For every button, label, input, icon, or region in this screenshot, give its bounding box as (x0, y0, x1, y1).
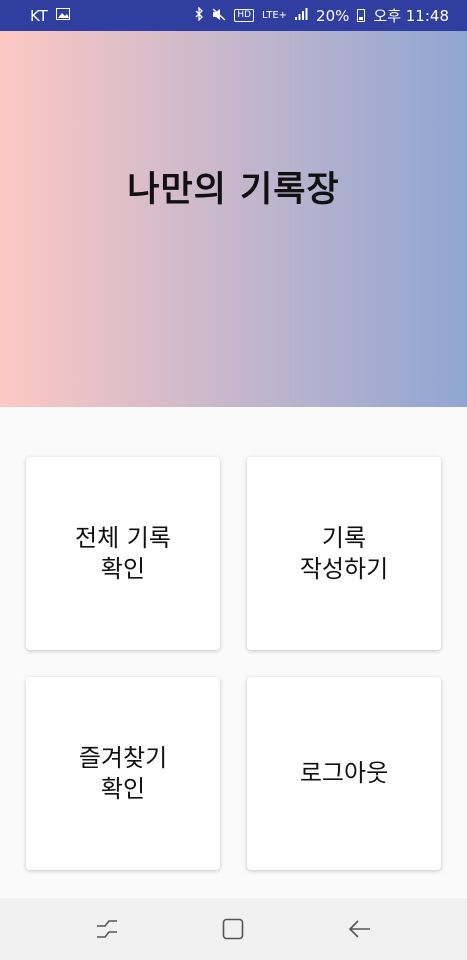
image-notification-icon (55, 8, 70, 23)
status-bar-left: KT (30, 7, 70, 25)
home-icon (223, 918, 244, 940)
navigation-bar (0, 898, 467, 960)
battery-percent: 20% (316, 6, 350, 25)
recent-apps-button[interactable] (87, 909, 127, 949)
hd-voice-icon: HD (234, 9, 255, 22)
mute-icon (212, 7, 226, 24)
menu-grid: 전체 기록 확인 기록 작성하기 즐겨찾기 확인 로그아웃 (0, 407, 467, 898)
home-button[interactable] (213, 909, 253, 949)
signal-icon (295, 8, 308, 23)
bluetooth-icon (195, 6, 204, 24)
view-favorites-label: 즐겨찾기 확인 (78, 743, 168, 803)
write-record-label: 기록 작성하기 (299, 523, 389, 583)
header-banner: 나만의 기록장 (0, 31, 467, 407)
clock: 오후 11:48 (373, 7, 449, 25)
network-type-label: LTE+ (262, 9, 288, 21)
logout-label: 로그아웃 (299, 759, 389, 787)
view-favorites-button[interactable]: 즐겨찾기 확인 (26, 677, 220, 870)
logout-button[interactable]: 로그아웃 (247, 677, 441, 870)
view-all-records-label: 전체 기록 확인 (75, 523, 171, 583)
view-all-records-button[interactable]: 전체 기록 확인 (26, 457, 220, 650)
status-bar-right: HD LTE+ 20% 오후 11:48 (195, 5, 449, 26)
back-arrow-icon (348, 920, 370, 938)
carrier-label: KT (30, 6, 48, 25)
status-bar: KT HD LTE+ 20% 오후 11:48 (0, 0, 467, 31)
battery-icon (357, 9, 366, 22)
recent-apps-icon (97, 920, 118, 938)
page-title: 나만의 기록장 (127, 169, 340, 210)
back-button[interactable] (340, 909, 380, 949)
write-record-button[interactable]: 기록 작성하기 (247, 457, 441, 650)
